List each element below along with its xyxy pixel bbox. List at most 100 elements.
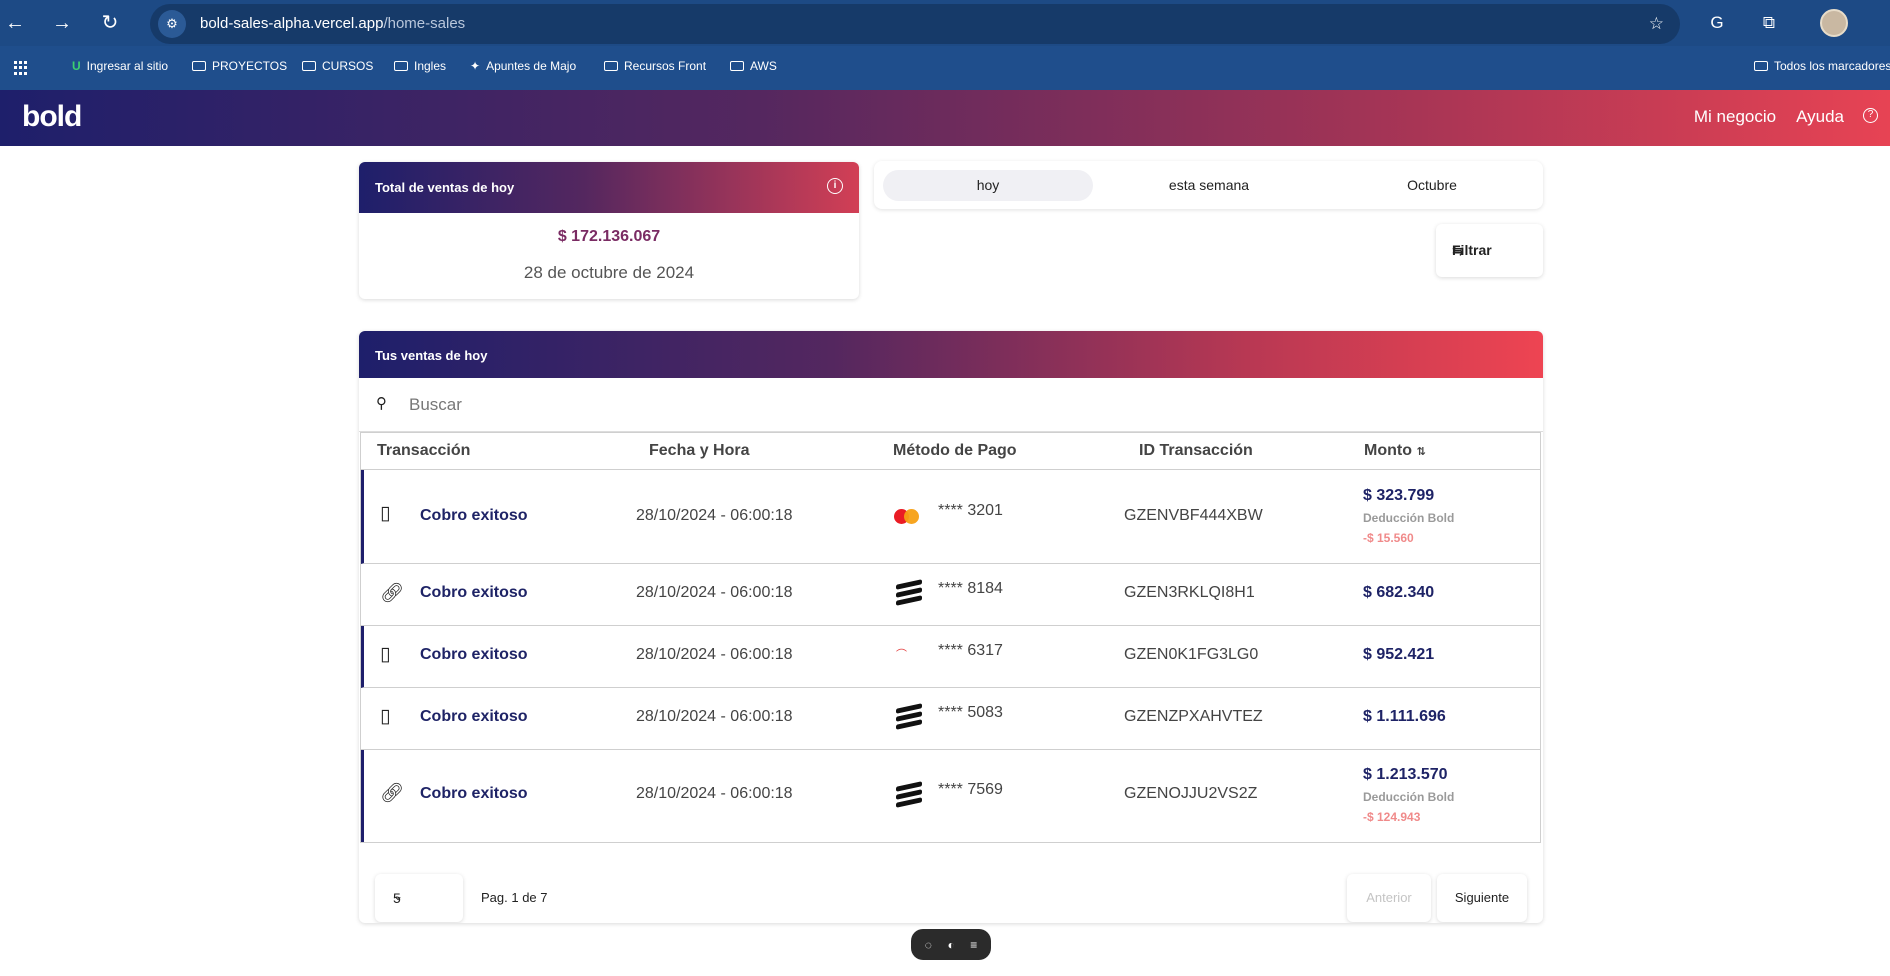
extensions-icon[interactable]: ⧉ [1756, 10, 1782, 36]
period-tabs: hoy esta semana Octubre [874, 161, 1543, 209]
row-id: GZENVBF444XBW [1124, 507, 1263, 524]
nav-ayuda[interactable]: Ayuda [1796, 107, 1844, 127]
folder-icon [394, 61, 408, 71]
bancolombia-icon [896, 579, 922, 606]
search-bar: ⚲ [359, 378, 1543, 432]
table-row[interactable]: 🔗︎ Cobro exitoso 28/10/2024 - 06:00:18 *… [361, 750, 1540, 842]
profile-avatar[interactable] [1820, 9, 1848, 37]
col-monto[interactable]: Monto ⇅ [1364, 442, 1426, 460]
table-row[interactable]: 🔗︎ Cobro exitoso 28/10/2024 - 06:00:18 *… [361, 564, 1540, 626]
total-sales-card: Total de ventas de hoy i $ 172.136.067 2… [359, 162, 859, 299]
row-card: **** 5083 [938, 704, 1003, 721]
row-card: **** 8184 [938, 580, 1003, 597]
sales-panel: Tus ventas de hoy ⚲ Transacción Fecha y … [359, 331, 1543, 923]
row-amount: $ 1.111.696 [1363, 708, 1446, 725]
address-bar[interactable]: ⚙ bold-sales-alpha.vercel.app/home-sales… [150, 4, 1680, 44]
back-arrow-icon[interactable]: ← [3, 11, 27, 35]
table-row[interactable]: ▯ Cobro exitoso 28/10/2024 - 06:00:18 ⌒ … [361, 626, 1540, 688]
pos-terminal-icon: ▯ [380, 503, 391, 524]
total-card-header: Total de ventas de hoy i [359, 162, 859, 213]
row-id: GZENZPXAHVTEZ [1124, 708, 1263, 725]
daviplata-icon: ⌒ [896, 649, 907, 661]
sliders-icon: ⇆ [1452, 242, 1464, 258]
reload-icon[interactable]: ↻ [98, 11, 122, 35]
bookmark-item[interactable]: CURSOS [302, 59, 373, 73]
mastercard-icon [894, 507, 920, 525]
bancolombia-icon [896, 781, 922, 808]
bookmark-item[interactable]: AWS [730, 59, 777, 73]
row-deduction-value: -$ 124.943 [1363, 810, 1421, 824]
row-status: Cobro exitoso [420, 708, 528, 725]
info-icon[interactable]: i [827, 178, 843, 194]
row-status: Cobro exitoso [420, 507, 528, 524]
row-status: Cobro exitoso [420, 646, 528, 663]
bookmark-label: Ingresar al sitio [86, 59, 169, 73]
folder-icon [302, 61, 316, 71]
col-fecha-hora[interactable]: Fecha y Hora [649, 442, 749, 460]
nav-mi-negocio[interactable]: Mi negocio [1694, 107, 1776, 127]
search-input[interactable] [409, 392, 1009, 418]
pos-terminal-icon: ▯ [380, 644, 391, 665]
bookmark-item[interactable]: PROYECTOS [192, 59, 287, 73]
total-card-title: Total de ventas de hoy [375, 180, 515, 195]
row-deduction-label: Deducción Bold [1363, 511, 1455, 525]
toggle-icon[interactable]: ◐ [947, 938, 954, 952]
bookmark-label: Ingles [414, 59, 447, 73]
folder-icon [1754, 61, 1768, 71]
table-row[interactable]: ▯ Cobro exitoso 28/10/2024 - 06:00:18 **… [361, 470, 1540, 564]
row-amount: $ 323.799 [1363, 487, 1435, 504]
browser-chrome: ← → ↻ ⚙ bold-sales-alpha.vercel.app/home… [0, 0, 1890, 90]
row-datetime: 28/10/2024 - 06:00:18 [636, 584, 793, 601]
sort-icon[interactable]: ⇅ [1416, 446, 1425, 458]
row-status: Cobro exitoso [420, 584, 528, 601]
previous-button[interactable]: Anterior [1347, 874, 1431, 922]
chat-icon[interactable]: ◌ [925, 938, 932, 952]
bookmark-star-icon[interactable]: ☆ [1649, 14, 1664, 34]
help-icon[interactable]: ? [1863, 108, 1878, 123]
row-datetime: 28/10/2024 - 06:00:18 [636, 646, 793, 663]
pagination: 5 ⌄ Pag. 1 de 7 Anterior Siguiente [359, 862, 1543, 923]
bookmark-label: CURSOS [322, 59, 374, 73]
row-card: **** 7569 [938, 781, 1003, 798]
row-deduction-label: Deducción Bold [1363, 790, 1455, 804]
bookmark-label: PROYECTOS [212, 59, 288, 73]
url-text[interactable]: bold-sales-alpha.vercel.app/home-sales [200, 15, 465, 32]
next-button[interactable]: Siguiente [1437, 874, 1527, 922]
row-id: GZEN3RKLQI8H1 [1124, 584, 1255, 601]
col-transaccion[interactable]: Transacción [377, 442, 470, 460]
row-datetime: 28/10/2024 - 06:00:18 [636, 708, 793, 725]
site-settings-icon[interactable]: ⚙ [158, 10, 186, 38]
sales-table: Transacción Fecha y Hora Método de Pago … [360, 432, 1541, 843]
bookmark-label: Recursos Front [624, 59, 707, 73]
row-card: **** 3201 [938, 502, 1003, 519]
u-icon: U [72, 59, 81, 73]
bookmark-label: Apuntes de Majo [486, 59, 577, 73]
tab-hoy[interactable]: hoy [883, 170, 1093, 201]
bancolombia-icon [896, 703, 922, 730]
row-id: GZEN0K1FG3LG0 [1124, 646, 1259, 663]
row-amount: $ 1.213.570 [1363, 766, 1448, 783]
menu-icon[interactable]: ≡ [970, 938, 977, 952]
bookmark-item[interactable]: U Ingresar al sitio [72, 59, 168, 73]
page-size-select[interactable]: 5 ⌄ [375, 874, 463, 922]
app-header: bold Mi negocio Ayuda ? [0, 90, 1890, 146]
url-path: /home-sales [383, 15, 466, 32]
bookmark-item[interactable]: Recursos Front [604, 59, 706, 73]
pos-terminal-icon: ▯ [380, 706, 391, 727]
forward-arrow-icon[interactable]: → [50, 11, 74, 35]
all-bookmarks[interactable]: Todos los marcadores [1754, 59, 1890, 73]
translate-icon[interactable]: G [1704, 10, 1730, 36]
table-row[interactable]: ▯ Cobro exitoso 28/10/2024 - 06:00:18 **… [361, 688, 1540, 750]
bookmark-item[interactable]: ✦ Apuntes de Majo [470, 59, 576, 73]
total-amount: $ 172.136.067 [557, 228, 661, 245]
bold-logo[interactable]: bold [22, 100, 82, 134]
filter-button[interactable]: Filtrar ⇆ [1436, 224, 1543, 277]
tab-octubre[interactable]: Octubre [1327, 170, 1537, 201]
folder-icon [192, 61, 206, 71]
bookmarks-bar: U Ingresar al sitio PROYECTOS CURSOS Ingl… [0, 55, 1890, 79]
tab-esta-semana[interactable]: esta semana [1104, 170, 1314, 201]
sales-panel-header: Tus ventas de hoy [359, 331, 1543, 378]
col-id-transaccion[interactable]: ID Transacción [1139, 442, 1253, 460]
bookmark-item[interactable]: Ingles [394, 59, 446, 73]
col-metodo-pago[interactable]: Método de Pago [893, 442, 1017, 460]
